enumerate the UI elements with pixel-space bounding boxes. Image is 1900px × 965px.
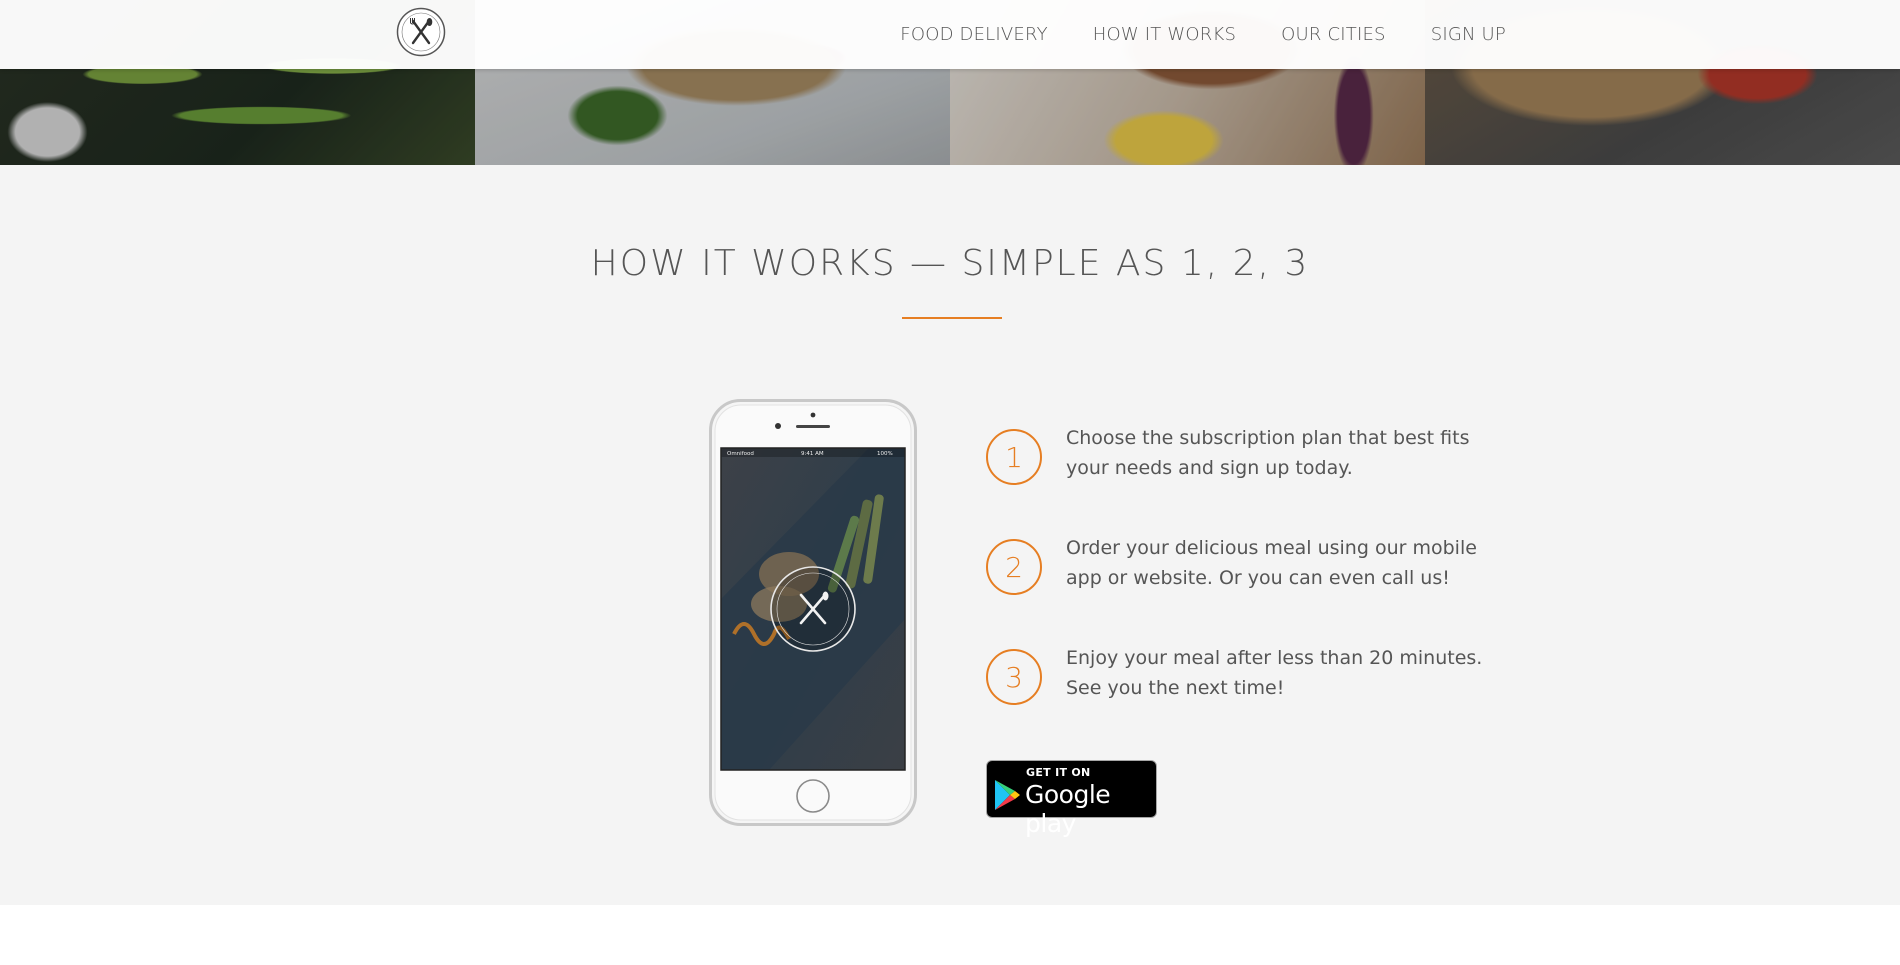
- step-text: Enjoy your meal after less than 20 minut…: [1066, 647, 1483, 699]
- phone-battery: 100%: [877, 451, 893, 457]
- google-play-big-label: Google play: [1025, 780, 1111, 838]
- how-it-works-section: How it works — Simple as 1, 2, 3 Omnifoo: [0, 165, 1900, 905]
- section-title: How it works — Simple as 1, 2, 3: [590, 243, 1310, 284]
- nav-link-sign-up[interactable]: SIGN UP: [1431, 24, 1506, 45]
- phone-time: 9:41 AM: [801, 451, 824, 457]
- title-underline: [902, 317, 1002, 319]
- step-item-3: 3 Enjoy your meal after less than 20 min…: [986, 647, 1506, 759]
- nav-link-food-delivery[interactable]: FOOD DELIVERY: [900, 24, 1047, 45]
- phone-carrier: Omnifood: [727, 451, 754, 457]
- nav-item-food-delivery: FOOD DELIVERY: [900, 24, 1047, 45]
- nav-item-sign-up: SIGN UP: [1431, 24, 1506, 45]
- step-text: Choose the subscription plan that best f…: [1066, 427, 1470, 479]
- sticky-header: FOOD DELIVERY HOW IT WORKS OUR CITIES SI…: [0, 0, 1900, 69]
- google-play-button[interactable]: GET IT ON Google play: [986, 760, 1157, 838]
- logo-icon[interactable]: [396, 7, 446, 57]
- step-number: 2: [986, 539, 1042, 595]
- step-item-2: 2 Order your delicious meal using our mo…: [986, 537, 1506, 649]
- steps-list: 1 Choose the subscription plan that best…: [986, 427, 1506, 759]
- step-text: Order your delicious meal using our mobi…: [1066, 537, 1477, 589]
- google-play-icon: [995, 780, 1020, 810]
- step-number: 1: [986, 429, 1042, 485]
- google-play-small-label: GET IT ON: [1026, 766, 1091, 779]
- main-nav: FOOD DELIVERY HOW IT WORKS OUR CITIES SI…: [900, 0, 1506, 69]
- nav-item-our-cities: OUR CITIES: [1281, 24, 1386, 45]
- step-number: 3: [986, 649, 1042, 705]
- phone-app-screenshot: Omnifood 9:41 AM 100%: [709, 399, 917, 826]
- nav-link-our-cities[interactable]: OUR CITIES: [1281, 24, 1386, 45]
- nav-link-how-it-works[interactable]: HOW IT WORKS: [1093, 24, 1236, 45]
- nav-item-how-it-works: HOW IT WORKS: [1093, 24, 1236, 45]
- step-item-1: 1 Choose the subscription plan that best…: [986, 427, 1506, 539]
